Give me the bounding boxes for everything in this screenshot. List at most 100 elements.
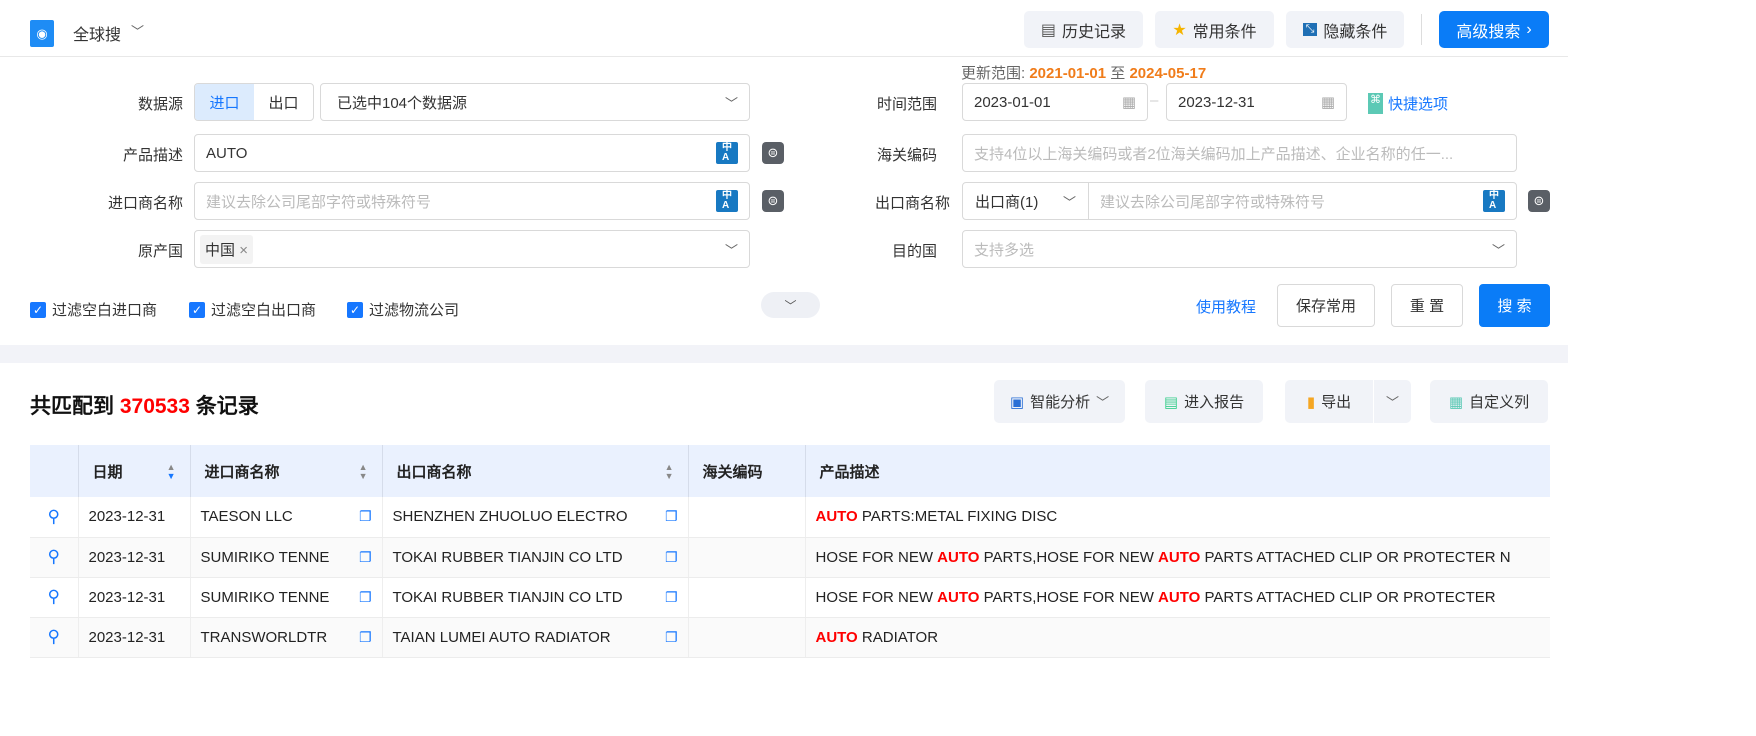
importer-name[interactable]: SUMIRIKO TENNE: [201, 549, 330, 566]
importer-cell[interactable]: TAESON LLC ❐: [189, 497, 382, 538]
export-button[interactable]: ▮ 导出: [1285, 380, 1373, 423]
update-to: 2024-05-17: [1129, 65, 1207, 82]
search-icon[interactable]: ⚲: [48, 547, 60, 566]
header-date[interactable]: 日期 ▲ ▼: [77, 445, 190, 497]
exporter-cell[interactable]: TAIAN LUMEI AUTO RADIATOR ❐: [381, 617, 688, 658]
importer-name[interactable]: TRANSWORLDTR: [201, 629, 328, 646]
importer-name[interactable]: SUMIRIKO TENNE: [201, 589, 330, 606]
copy-icon[interactable]: ❐: [359, 549, 372, 566]
importer-input[interactable]: 建议去除公司尾部字符或特殊符号 中 A: [194, 182, 750, 220]
copy-icon[interactable]: ❐: [359, 629, 372, 646]
update-range: 更新范围: 2021-01-01 至 2024-05-17: [961, 62, 1206, 83]
copy-icon[interactable]: ❐: [665, 589, 678, 606]
copy-icon[interactable]: ❐: [359, 508, 372, 525]
export-dropdown-button[interactable]: ﹀: [1374, 380, 1411, 423]
header-importer[interactable]: 进口商名称 ▲ ▼: [189, 445, 382, 497]
exporter-input[interactable]: 建议去除公司尾部字符或特殊符号 中 A: [1089, 190, 1516, 212]
hs-input[interactable]: 支持4位以上海关编码或者2位海关编码加上产品描述、企业名称的任一...: [962, 134, 1517, 172]
exporter-cell[interactable]: TOKAI RUBBER TIANJIN CO LTD ❐: [381, 577, 688, 618]
query-icon[interactable]: ⊜: [1528, 190, 1550, 212]
star-icon: ★: [1172, 21, 1187, 39]
view-detail-cell[interactable]: ⚲: [30, 617, 78, 658]
smart-analysis-button[interactable]: ▣ 智能分析 ﹀: [994, 380, 1125, 423]
copy-icon[interactable]: ❐: [665, 549, 678, 566]
importer-placeholder: 建议去除公司尾部字符或特殊符号: [206, 193, 432, 211]
table-row[interactable]: ⚲ 2023-12-31 TRANSWORLDTR ❐ TAIAN LUMEI A…: [30, 617, 1550, 658]
hs-cell: [687, 577, 805, 618]
importer-cell[interactable]: SUMIRIKO TENNE ❐: [189, 537, 382, 578]
date-to-input[interactable]: 2023-12-31 ▦: [1166, 83, 1347, 121]
importer-cell[interactable]: SUMIRIKO TENNE ❐: [189, 577, 382, 618]
sort-icon[interactable]: ▲ ▼: [359, 462, 368, 481]
query-icon[interactable]: ⊜: [762, 142, 784, 164]
history-button[interactable]: ▤ 历史记录: [1024, 11, 1143, 48]
filter-logistics-checkbox[interactable]: ✓ 过滤物流公司: [347, 299, 459, 320]
exporter-type-select[interactable]: 出口商(1) ﹀: [963, 183, 1089, 219]
exporter-cell[interactable]: SHENZHEN ZHUOLUO ELECTRO ❐: [381, 497, 688, 538]
exporter-cell[interactable]: TOKAI RUBBER TIANJIN CO LTD ❐: [381, 537, 688, 578]
header-hs: 海关编码: [687, 445, 805, 497]
scope-select[interactable]: 全球搜 ﹀: [73, 21, 144, 45]
hide-conditions-button[interactable]: ⤡ 隐藏条件: [1286, 11, 1404, 48]
custom-columns-button[interactable]: ▦ 自定义列: [1430, 380, 1548, 423]
copy-icon[interactable]: ❐: [665, 629, 678, 646]
importer-name[interactable]: TAESON LLC: [201, 508, 293, 525]
table-row[interactable]: ⚲ 2023-12-31 SUMIRIKO TENNE ❐ TOKAI RUBBE…: [30, 537, 1550, 578]
exporter-name[interactable]: TOKAI RUBBER TIANJIN CO LTD: [393, 549, 623, 566]
datasource-select[interactable]: 已选中104个数据源 ﹀: [320, 83, 750, 121]
reset-button[interactable]: 重 置: [1391, 284, 1463, 327]
search-icon[interactable]: ⚲: [48, 627, 60, 646]
filter-blank-importer-checkbox[interactable]: ✓ 过滤空白进口商: [30, 299, 157, 320]
translate-icon[interactable]: 中A: [1483, 190, 1505, 212]
search-icon[interactable]: ⚲: [48, 587, 60, 606]
desc-segment: PARTS:METAL FIXING DISC: [857, 508, 1058, 526]
export-label: 导出: [1321, 394, 1352, 411]
header-exporter[interactable]: 出口商名称 ▲ ▼: [381, 445, 688, 497]
date-from-input[interactable]: 2023-01-01 ▦: [962, 83, 1148, 121]
view-detail-cell[interactable]: ⚲: [30, 537, 78, 578]
view-detail-cell[interactable]: ⚲: [30, 577, 78, 618]
translate-icon[interactable]: 中A: [716, 190, 738, 212]
exporter-name[interactable]: TAIAN LUMEI AUTO RADIATOR: [393, 629, 611, 646]
importer-label: 进口商名称: [107, 195, 183, 212]
globe-icon: ◉: [30, 20, 54, 47]
tab-import[interactable]: 进口: [195, 84, 254, 120]
save-favorite-button[interactable]: 保存常用: [1277, 284, 1375, 327]
query-icon[interactable]: ⊜: [762, 190, 784, 212]
update-from: 2021-01-01: [1029, 65, 1107, 82]
origin-select[interactable]: 中国 × ﹀: [194, 230, 750, 268]
table-row[interactable]: ⚲ 2023-12-31 TAESON LLC ❐ SHENZHEN ZHUOLU…: [30, 497, 1550, 538]
filter-blank-exporter-checkbox[interactable]: ✓ 过滤空白出口商: [189, 299, 316, 320]
analysis-label: 智能分析: [1030, 394, 1091, 411]
quick-options-link[interactable]: ⌘ 快捷选项: [1368, 93, 1448, 114]
close-icon[interactable]: ×: [239, 242, 248, 259]
sort-icon[interactable]: ▲ ▼: [665, 462, 674, 481]
table-row[interactable]: ⚲ 2023-12-31 SUMIRIKO TENNE ❐ TOKAI RUBBE…: [30, 577, 1550, 618]
quick-label: 快捷选项: [1388, 96, 1449, 113]
datasource-toggle: 进口 出口: [194, 83, 314, 121]
copy-icon[interactable]: ❐: [359, 589, 372, 606]
product-value: AUTO: [206, 144, 248, 162]
copy-icon[interactable]: ❐: [665, 508, 678, 525]
importer-cell[interactable]: TRANSWORLDTR ❐: [189, 617, 382, 658]
favorites-button[interactable]: ★ 常用条件: [1155, 11, 1274, 48]
tab-export[interactable]: 出口: [254, 92, 313, 113]
date-separator: –: [1150, 92, 1159, 109]
translate-icon[interactable]: 中A: [716, 142, 738, 164]
advanced-search-button[interactable]: 高级搜索 ›: [1439, 11, 1549, 48]
product-input[interactable]: AUTO 中 A: [194, 134, 750, 172]
desc-segment: PARTS,HOSE FOR NEW: [979, 588, 1159, 606]
exporter-name[interactable]: TOKAI RUBBER TIANJIN CO LTD: [393, 589, 623, 606]
report-button[interactable]: ▤ 进入报告: [1145, 380, 1263, 423]
dest-select[interactable]: 支持多选 ﹀: [962, 230, 1517, 268]
exporter-label: 出口商名称: [874, 195, 950, 212]
desc-segment: AUTO: [815, 628, 858, 646]
exporter-name[interactable]: SHENZHEN ZHUOLUO ELECTRO: [393, 508, 628, 525]
search-icon[interactable]: ⚲: [48, 507, 60, 526]
search-button[interactable]: 搜 索: [1479, 284, 1550, 327]
scope-label: 全球搜: [73, 27, 122, 44]
view-detail-cell[interactable]: ⚲: [30, 497, 78, 538]
expand-button[interactable]: ﹀: [761, 292, 820, 318]
sort-icon[interactable]: ▲ ▼: [167, 462, 176, 481]
tutorial-link[interactable]: 使用教程: [1196, 296, 1256, 317]
